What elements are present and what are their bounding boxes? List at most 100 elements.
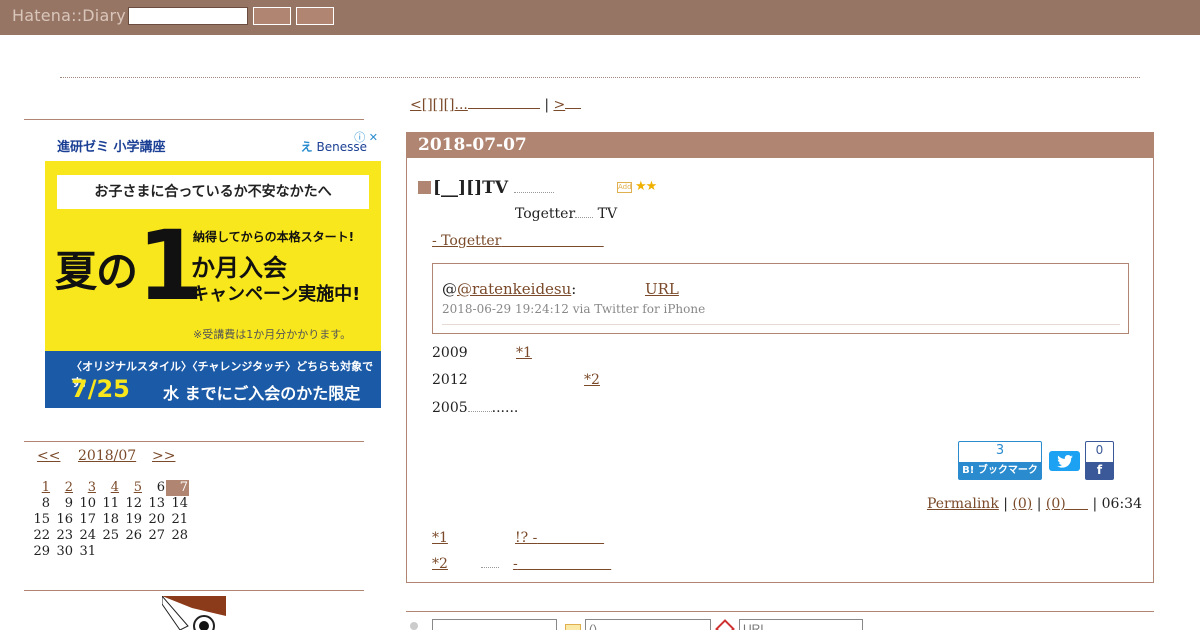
trackbacks-link[interactable]: (0) bbox=[1046, 496, 1088, 512]
calendar-day-link[interactable]: 3 bbox=[88, 480, 96, 495]
calendar-day[interactable]: 3 bbox=[74, 480, 97, 496]
tweet-user-link[interactable]: @ratenkeidesu bbox=[457, 280, 571, 298]
comment-url-input[interactable] bbox=[739, 619, 863, 630]
facebook-icon: f bbox=[1086, 462, 1113, 479]
calendar-grid: 1 2 3 4 5 6 7 8 9 10 11 12 13 14 15 16 17 18 19 20 21 22 23 24 2… bbox=[28, 480, 189, 560]
calendar-day bbox=[120, 544, 143, 560]
calendar-day[interactable]: 7 bbox=[166, 480, 189, 496]
text-gap bbox=[467, 411, 492, 412]
mascot-image bbox=[162, 596, 226, 630]
calendar-day: 29 bbox=[33, 544, 50, 559]
calendar-prev-link[interactable]: << bbox=[37, 448, 60, 464]
calendar-day-link[interactable]: 4 bbox=[111, 480, 119, 495]
text-gap bbox=[575, 217, 594, 218]
comment-mail-input[interactable] bbox=[585, 619, 711, 630]
twitter-share-button[interactable] bbox=[1049, 451, 1080, 471]
calendar-week: 1234567 bbox=[28, 480, 189, 496]
pager-next-link[interactable]: > bbox=[553, 97, 565, 113]
ad-headline-left: 夏の bbox=[55, 247, 138, 296]
calendar-day[interactable]: 4 bbox=[97, 480, 120, 496]
pager-prev-link-underline bbox=[467, 108, 540, 109]
calendar-day: 11 bbox=[102, 496, 119, 511]
ad-subline-4: ※受講費は1か月分かかります。 bbox=[193, 328, 352, 341]
footnote-text-2[interactable]: - bbox=[513, 556, 611, 572]
calendar-day: 31 bbox=[79, 544, 96, 559]
calendar-day: 16 bbox=[56, 512, 73, 527]
ad-footer: 〈オリジナルスタイル〉〈チャレンジタッチ〉どちらも対象です。 7/25 水 まで… bbox=[45, 351, 381, 408]
calendar-day: 6 bbox=[156, 480, 165, 495]
title-marker-icon[interactable] bbox=[418, 181, 431, 194]
diary-search-button[interactable] bbox=[296, 7, 334, 25]
calendar-day-link[interactable]: 2 bbox=[65, 480, 73, 495]
site-logo[interactable]: Hatena::Diary bbox=[12, 6, 126, 25]
calendar-day: 14 bbox=[171, 496, 188, 511]
entry-title: [__][]TV bbox=[418, 178, 555, 198]
add-star-icon[interactable]: Add bbox=[617, 182, 632, 193]
calendar-day: 8 bbox=[41, 496, 50, 511]
calendar-day bbox=[143, 544, 166, 560]
footnote-mark-2[interactable]: *2 bbox=[432, 556, 448, 572]
entry-date[interactable]: 2018-07-07 bbox=[407, 133, 1153, 158]
calendar-day: 23 bbox=[56, 528, 73, 543]
calendar-day: 21 bbox=[171, 512, 188, 527]
search-input[interactable] bbox=[128, 7, 248, 25]
embedded-tweet: @@ratenkeidesu: URL 2018-06-29 19:24:12 … bbox=[432, 263, 1129, 334]
sidebar-divider bbox=[24, 441, 364, 442]
tweet-user: @@ratenkeidesu: bbox=[442, 280, 577, 298]
calendar-week: 15 16 17 18 19 20 21 bbox=[28, 512, 189, 528]
star-icons[interactable]: ★★ bbox=[635, 179, 657, 194]
tweet-meta: 2018-06-29 19:24:12 via Twitter for iPho… bbox=[442, 302, 706, 316]
comments-link[interactable]: (0) bbox=[1012, 496, 1032, 512]
footnote-mark-1[interactable]: *1 bbox=[432, 530, 448, 546]
calendar-day: 19 bbox=[125, 512, 142, 527]
hatena-bookmark-count: 3 bbox=[995, 443, 1005, 458]
mail-icon bbox=[565, 624, 581, 630]
ad-header: 進研ゼミ 小学講座 え Benesse ⓘ ✕ bbox=[45, 128, 381, 161]
entry-text-line-1: Togetter TV bbox=[515, 206, 617, 222]
calendar-day: 10 bbox=[79, 496, 96, 511]
entry-pager: <[][][]... | > bbox=[410, 97, 582, 113]
ad-subline-2: か月入会 bbox=[191, 254, 287, 282]
calendar-day[interactable]: 1 bbox=[28, 480, 51, 496]
facebook-share-count: 0 bbox=[1095, 443, 1104, 457]
calendar-day[interactable]: 2 bbox=[51, 480, 74, 496]
header-divider bbox=[60, 77, 1140, 78]
user-icon bbox=[410, 622, 418, 630]
hatena-bookmark-button[interactable]: 3 B! ブックマーク bbox=[958, 441, 1042, 480]
calendar-day: 30 bbox=[56, 544, 73, 559]
footnote-ref-1[interactable]: *1 bbox=[516, 345, 532, 361]
calendar-day: 13 bbox=[148, 496, 165, 511]
advertisement[interactable]: 進研ゼミ 小学講座 え Benesse ⓘ ✕ お子さまに合っているか不安なかた… bbox=[45, 128, 381, 408]
top-bar: Hatena::Diary bbox=[0, 0, 1200, 35]
permalink-link[interactable]: Permalink bbox=[927, 496, 999, 512]
calendar-day: 12 bbox=[125, 496, 142, 511]
pager-prev-link[interactable]: <[][][]... bbox=[410, 97, 468, 113]
togetter-link[interactable]: - Togetter bbox=[432, 233, 622, 249]
calendar-day: 22 bbox=[33, 528, 50, 543]
facebook-share-button[interactable]: 0 f bbox=[1085, 441, 1114, 480]
ad-footer-line-2: 水 までにご入会のかた限定 bbox=[163, 384, 361, 403]
calendar-day[interactable]: 5 bbox=[120, 480, 143, 496]
sidebar-divider bbox=[24, 590, 364, 591]
calendar-day: 20 bbox=[148, 512, 165, 527]
calendar-day bbox=[166, 544, 189, 560]
footnote-ref-2[interactable]: *2 bbox=[584, 372, 600, 388]
calendar-next-link[interactable]: >> bbox=[152, 448, 175, 464]
ad-subline-1: 納得してからの本格スタート! bbox=[193, 230, 355, 244]
comment-divider bbox=[406, 611, 1154, 612]
footnote-text-1[interactable]: !? - bbox=[515, 530, 615, 546]
calendar-day: 18 bbox=[102, 512, 119, 527]
footnote-line-2: - bbox=[481, 556, 639, 572]
tweet-url-link[interactable]: URL bbox=[645, 280, 679, 298]
url-icon bbox=[715, 619, 735, 630]
calendar-day: 9 bbox=[64, 496, 73, 511]
tv-text: TV bbox=[597, 206, 618, 222]
calendar-day-link[interactable]: 1 bbox=[42, 480, 50, 495]
calendar-week: 22 23 24 25 26 27 28 bbox=[28, 528, 189, 544]
tweet-divider bbox=[442, 324, 1120, 325]
comment-name-input[interactable] bbox=[432, 619, 557, 630]
calendar-day-link[interactable]: 5 bbox=[134, 480, 142, 495]
search-button[interactable] bbox=[253, 7, 291, 25]
ad-info-icon[interactable]: ⓘ ✕ bbox=[354, 129, 378, 145]
calendar-month-link[interactable]: 2018/07 bbox=[78, 448, 136, 464]
